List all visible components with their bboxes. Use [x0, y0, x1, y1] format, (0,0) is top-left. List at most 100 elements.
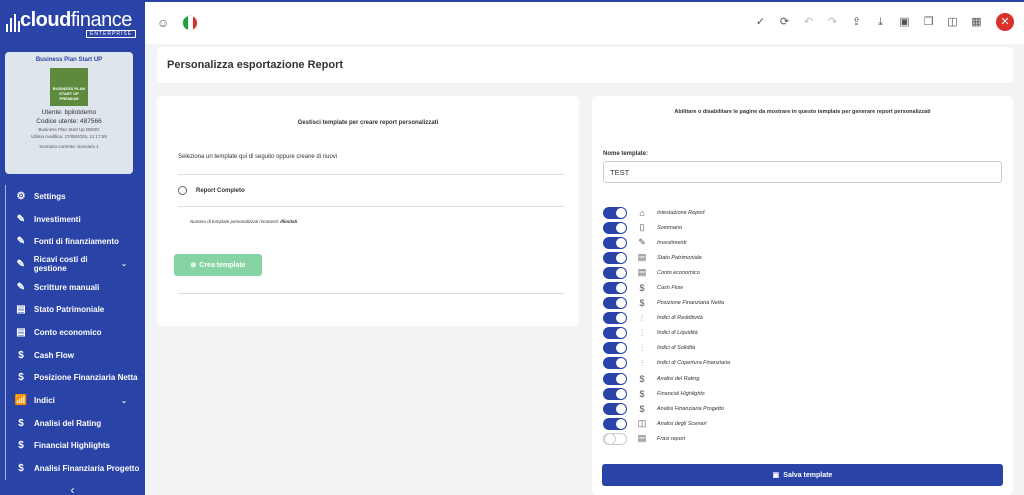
- toggle-switch[interactable]: [603, 357, 627, 370]
- remaining-templates-prefix: Numero di template personalizzati rimane…: [190, 219, 281, 224]
- chevron-down-icon[interactable]: ⌄: [121, 260, 127, 268]
- bar-chart-icon: ⫶: [640, 342, 644, 353]
- document-icon: ▤: [16, 304, 26, 316]
- sidebar-item[interactable]: ✎ Fonti di finanziamento: [6, 230, 145, 253]
- sidebar-item[interactable]: $ Analisi del Rating: [6, 412, 145, 435]
- page-toggle-row: ⫶ Indici di Liquidità: [603, 326, 1003, 341]
- sidebar-item[interactable]: ✎ Investimenti: [6, 208, 145, 231]
- dollar-icon: $: [639, 388, 645, 399]
- sidebar-item[interactable]: $ Financial Highlights: [6, 435, 145, 458]
- redo-icon[interactable]: ↷: [826, 14, 839, 30]
- toggle-switch[interactable]: [603, 327, 627, 340]
- sidebar-item-label: Financial Highlights: [34, 441, 111, 451]
- toggle-switch[interactable]: [603, 432, 627, 445]
- toggle-switch[interactable]: [603, 402, 627, 415]
- columns-icon[interactable]: ◫: [946, 14, 959, 30]
- toggle-switch[interactable]: [603, 221, 627, 234]
- toggle-switch[interactable]: [603, 206, 627, 219]
- page-label: Stato Patrimoniale: [657, 254, 702, 261]
- toggle-switch[interactable]: [603, 387, 627, 400]
- logo-bars-icon: [6, 14, 20, 32]
- copy-icon[interactable]: ❐: [922, 14, 935, 30]
- template-pages-panel: Abilitare o disabilitare le pagine da mo…: [592, 96, 1013, 495]
- page-toggle-row: ⌂ Intestazione Report: [603, 205, 1003, 220]
- page-label: Indici di Liquidità: [657, 330, 698, 337]
- divider: [178, 293, 564, 294]
- page-label: Intestazione Report: [657, 209, 705, 216]
- sidebar-item-label: Ricavi costi di gestione: [33, 255, 88, 274]
- page-toggle-row: $ Cash Flow: [603, 280, 1003, 295]
- toggle-switch[interactable]: [603, 372, 627, 385]
- sidebar-item[interactable]: ✎ Ricavi costi di gestione ⌄: [6, 253, 145, 276]
- plus-circle-icon: ⊕: [190, 262, 197, 269]
- language-flag-icon[interactable]: [183, 16, 198, 30]
- logo-tag: ENTERPRISE: [86, 30, 136, 38]
- collapse-sidebar-icon[interactable]: ‹: [0, 483, 145, 495]
- user-name: Utente: bpilotdemo: [41, 109, 97, 116]
- close-icon[interactable]: ✕: [996, 13, 1014, 31]
- radio-icon[interactable]: [178, 186, 187, 195]
- book-icon: ▯: [639, 222, 645, 233]
- toggle-switch[interactable]: [603, 236, 627, 249]
- page-label: Posizione Finanziaria Netta: [657, 300, 724, 307]
- page-toggle-row: $ Financial Highlights: [603, 386, 1003, 401]
- template-option-label: Report Completo: [196, 187, 245, 194]
- undo-icon[interactable]: ↶: [802, 14, 815, 30]
- pages-list: ⌂ Intestazione Report ▯ Sommario ✎ Investimen…: [603, 205, 1003, 447]
- save-icon: ▣: [772, 472, 780, 479]
- save-icon[interactable]: ▣: [898, 14, 911, 30]
- sidebar-item-label: Scritture manuali: [34, 282, 100, 292]
- toggle-switch[interactable]: [603, 297, 627, 310]
- toggle-switch[interactable]: [603, 266, 627, 279]
- toggle-switch[interactable]: [603, 282, 627, 295]
- page-label: Indici di Copertura Finanziaria: [657, 360, 731, 367]
- divider: [178, 174, 564, 175]
- toggle-switch[interactable]: [603, 312, 627, 325]
- template-name-input[interactable]: [603, 161, 1002, 183]
- toggle-switch[interactable]: [603, 342, 627, 355]
- face-icon[interactable]: ☺: [157, 16, 169, 30]
- page-label: Analisi Finanziaria Progetto: [657, 405, 724, 412]
- sidebar-item[interactable]: $ Cash Flow: [6, 344, 145, 367]
- page-toggle-row: ⫶ Indici di Solidità: [603, 341, 1003, 356]
- template-manager-panel: Gestisci template per creare report pers…: [157, 96, 579, 326]
- dollar-icon: $: [18, 463, 24, 475]
- download-icon[interactable]: ⤓: [874, 14, 887, 30]
- template-option-report-completo[interactable]: Report Completo: [178, 186, 245, 195]
- sidebar-item[interactable]: $ Analisi Finanziaria Progetto: [6, 457, 145, 480]
- plan-badge: BUSINESS PLAN START UP PREMIUM: [50, 68, 88, 106]
- sidebar-item[interactable]: ⚙ Settings: [6, 185, 145, 208]
- sidebar-item[interactable]: ▤ Stato Patrimoniale: [6, 298, 145, 321]
- page-toggle-row: ⫶ Indici di Redditività: [603, 311, 1003, 326]
- sidebar-item[interactable]: ✎ Scritture manuali: [6, 276, 145, 299]
- sidebar-item[interactable]: ▤ Conto economico: [6, 321, 145, 344]
- layout-icon[interactable]: ▦: [970, 14, 983, 30]
- dollar-icon: $: [639, 298, 645, 309]
- template-pages-title: Abilitare o disabilitare le pagine da mo…: [674, 109, 931, 115]
- edit-icon: ✎: [16, 258, 26, 270]
- create-template-button[interactable]: ⊕ Crea template: [174, 254, 262, 276]
- save-template-button[interactable]: ▣ Salva template: [602, 464, 1003, 486]
- plan-title: Business Plan Start UP: [35, 57, 103, 63]
- logo[interactable]: cloudfinance ENTERPRISE: [6, 8, 140, 38]
- refresh-icon[interactable]: ⟳: [778, 14, 791, 30]
- page-label: Sommario: [657, 224, 683, 231]
- toggle-switch[interactable]: [603, 251, 627, 264]
- edit-icon: ✎: [638, 237, 646, 248]
- sidebar-item-label: Posizione Finanziaria Netta: [34, 373, 138, 383]
- dollar-icon: $: [639, 403, 645, 414]
- chevron-down-icon[interactable]: ⌄: [121, 397, 127, 405]
- upload-icon[interactable]: ⇪: [850, 14, 863, 30]
- sidebar-item[interactable]: 📶 Indici ⌄: [6, 389, 145, 412]
- template-name-label: Nome template:: [603, 151, 649, 157]
- check-icon[interactable]: ✓: [754, 14, 767, 30]
- dollar-icon: $: [18, 440, 24, 452]
- page-label: Financial Highlights: [657, 390, 705, 397]
- page-label: Investimenti: [657, 239, 687, 246]
- sidebar-item[interactable]: $ Posizione Finanziaria Netta: [6, 367, 145, 390]
- sidebar-item-label: Analisi Finanziaria Progetto: [34, 464, 140, 474]
- toggle-switch[interactable]: [603, 417, 627, 430]
- page-toggle-row: ⫶ Indici di Copertura Finanziaria: [603, 356, 1003, 371]
- dollar-icon: $: [18, 349, 24, 361]
- divider: [178, 206, 564, 207]
